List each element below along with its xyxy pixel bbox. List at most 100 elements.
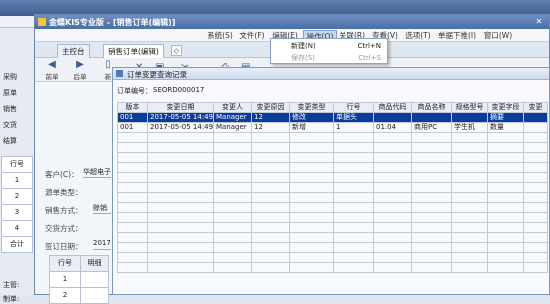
- table-cell[interactable]: 2017-05-05 14:49: [147, 122, 214, 133]
- table-cell[interactable]: 商用PC: [411, 122, 452, 133]
- table-cell[interactable]: 摘要: [487, 112, 524, 123]
- table-cell[interactable]: 学生机: [451, 122, 488, 133]
- table-cell[interactable]: [523, 112, 548, 123]
- column-header[interactable]: 变更人: [213, 102, 252, 113]
- table-cell: [333, 202, 374, 213]
- table-cell[interactable]: 单据头: [333, 112, 374, 123]
- table-cell[interactable]: [373, 112, 412, 123]
- table-cell[interactable]: Manager: [213, 112, 252, 123]
- table-row-empty: [117, 142, 548, 153]
- table-cell: [451, 162, 488, 173]
- bg-left-grid-cell[interactable]: 3: [1, 204, 33, 221]
- bg-manager-label: 主管:: [3, 281, 20, 289]
- arrow-right-icon: ▶: [76, 59, 84, 70]
- sale-method-field[interactable]: 赊销: [93, 203, 111, 214]
- column-header[interactable]: 规格型号: [451, 102, 488, 113]
- column-header[interactable]: 行号: [333, 102, 374, 113]
- menu-window[interactable]: 窗口(W): [481, 30, 515, 41]
- table-cell[interactable]: 1: [333, 122, 374, 133]
- table-cell: [373, 132, 412, 143]
- sale-method-label: 销售方式：: [45, 206, 83, 215]
- table-cell[interactable]: 001: [117, 112, 148, 123]
- column-header[interactable]: 变更类型: [289, 102, 334, 113]
- grid-row-no[interactable]: 2: [49, 287, 81, 304]
- table-cell: [213, 252, 252, 263]
- table-cell[interactable]: 新增: [289, 122, 334, 133]
- table-cell: [451, 202, 488, 213]
- table-row-empty: [117, 242, 548, 253]
- prev-record-button[interactable]: ◀ 前单: [41, 59, 63, 81]
- table-cell: [117, 182, 148, 193]
- table-cell: [289, 172, 334, 183]
- column-header[interactable]: 变更: [523, 102, 548, 113]
- bg-left-grid-cell[interactable]: 2: [1, 188, 33, 205]
- table-cell[interactable]: 数量: [487, 122, 524, 133]
- column-header[interactable]: 变更日期: [147, 102, 214, 113]
- table-cell: [411, 232, 452, 243]
- table-row-empty: [117, 192, 548, 203]
- grid-cell[interactable]: [80, 271, 109, 288]
- table-row[interactable]: 001 2017-05-05 14:49 Manager 12 新增 1 01.04 商用PC…: [117, 122, 548, 133]
- table-cell[interactable]: 2017-05-05 14:49: [147, 112, 214, 123]
- menu-item-save[interactable]: 保存(S) Ctrl+S: [271, 52, 387, 64]
- table-cell: [487, 132, 524, 143]
- operation-dropdown-menu: 新建(N) Ctrl+N 保存(S) Ctrl+S: [270, 38, 388, 64]
- grid-row-no[interactable]: 1: [49, 271, 81, 288]
- table-cell[interactable]: 12: [251, 122, 290, 133]
- table-row[interactable]: 001 2017-05-05 14:49 Manager 12 修改 单据头 摘要: [117, 112, 548, 123]
- table-cell[interactable]: 修改: [289, 112, 334, 123]
- column-header[interactable]: 变更原因: [251, 102, 290, 113]
- table-cell[interactable]: [451, 112, 488, 123]
- column-header[interactable]: 商品代码: [373, 102, 412, 113]
- new-tab-icon[interactable]: ◇: [171, 45, 182, 56]
- table-cell: [411, 172, 452, 183]
- table-header-row: 版本 变更日期 变更人 变更原因 变更类型 行号 商品代码 商品名称 规格型号 变更字段 变更: [117, 102, 548, 113]
- grid-cell[interactable]: [80, 287, 109, 304]
- next-record-label: 后单: [73, 73, 87, 81]
- menu-push-down[interactable]: 单据下推(I): [435, 30, 479, 41]
- table-cell: [213, 152, 252, 163]
- table-cell: [487, 182, 524, 193]
- tab-main-console[interactable]: 主控台: [57, 44, 90, 58]
- table-cell: [411, 262, 452, 273]
- table-cell[interactable]: Manager: [213, 122, 252, 133]
- bg-left-grid-total: 合计: [1, 236, 33, 253]
- column-header[interactable]: 版本: [117, 102, 148, 113]
- table-cell: [213, 262, 252, 273]
- table-cell: [117, 152, 148, 163]
- table-cell[interactable]: 01.04: [373, 122, 412, 133]
- next-record-button[interactable]: ▶ 后单: [69, 59, 91, 81]
- menu-system[interactable]: 系统(S): [205, 30, 235, 41]
- column-header[interactable]: 商品名称: [411, 102, 452, 113]
- table-cell: [523, 202, 548, 213]
- table-cell[interactable]: 12: [251, 112, 290, 123]
- bg-left-grid-cell[interactable]: 1: [1, 172, 33, 189]
- sign-date-field[interactable]: 2017-0: [93, 239, 111, 250]
- table-cell: [333, 212, 374, 223]
- table-cell: [213, 232, 252, 243]
- customer-field[interactable]: 华超电子: [83, 167, 111, 178]
- menu-file[interactable]: 文件(F): [237, 30, 267, 41]
- table-cell: [147, 222, 214, 233]
- bg-left-item[interactable]: 交货: [3, 120, 17, 130]
- menu-options[interactable]: 选项(T): [403, 30, 433, 41]
- table-cell: [523, 192, 548, 203]
- table-cell: [333, 162, 374, 173]
- column-header[interactable]: 变更字段: [487, 102, 524, 113]
- bg-left-grid-cell[interactable]: 4: [1, 220, 33, 237]
- table-cell: [333, 232, 374, 243]
- tab-sales-order-edit[interactable]: 销售订单(编辑): [103, 44, 164, 58]
- table-cell[interactable]: [523, 122, 548, 133]
- table-cell: [147, 262, 214, 273]
- bg-left-item[interactable]: 采购: [3, 72, 17, 82]
- table-cell: [373, 152, 412, 163]
- detail-grid: 行号 明细 1 2: [49, 255, 109, 304]
- menu-item-new[interactable]: 新建(N) Ctrl+N: [271, 40, 387, 52]
- close-icon[interactable]: ✕: [533, 17, 545, 27]
- bg-left-item[interactable]: 原单: [3, 88, 17, 98]
- bg-left-item[interactable]: 结算: [3, 136, 17, 146]
- table-cell[interactable]: 001: [117, 122, 148, 133]
- bg-left-item[interactable]: 销售: [3, 104, 17, 114]
- table-cell[interactable]: [411, 112, 452, 123]
- order-no-label: 订单编号：: [117, 87, 152, 95]
